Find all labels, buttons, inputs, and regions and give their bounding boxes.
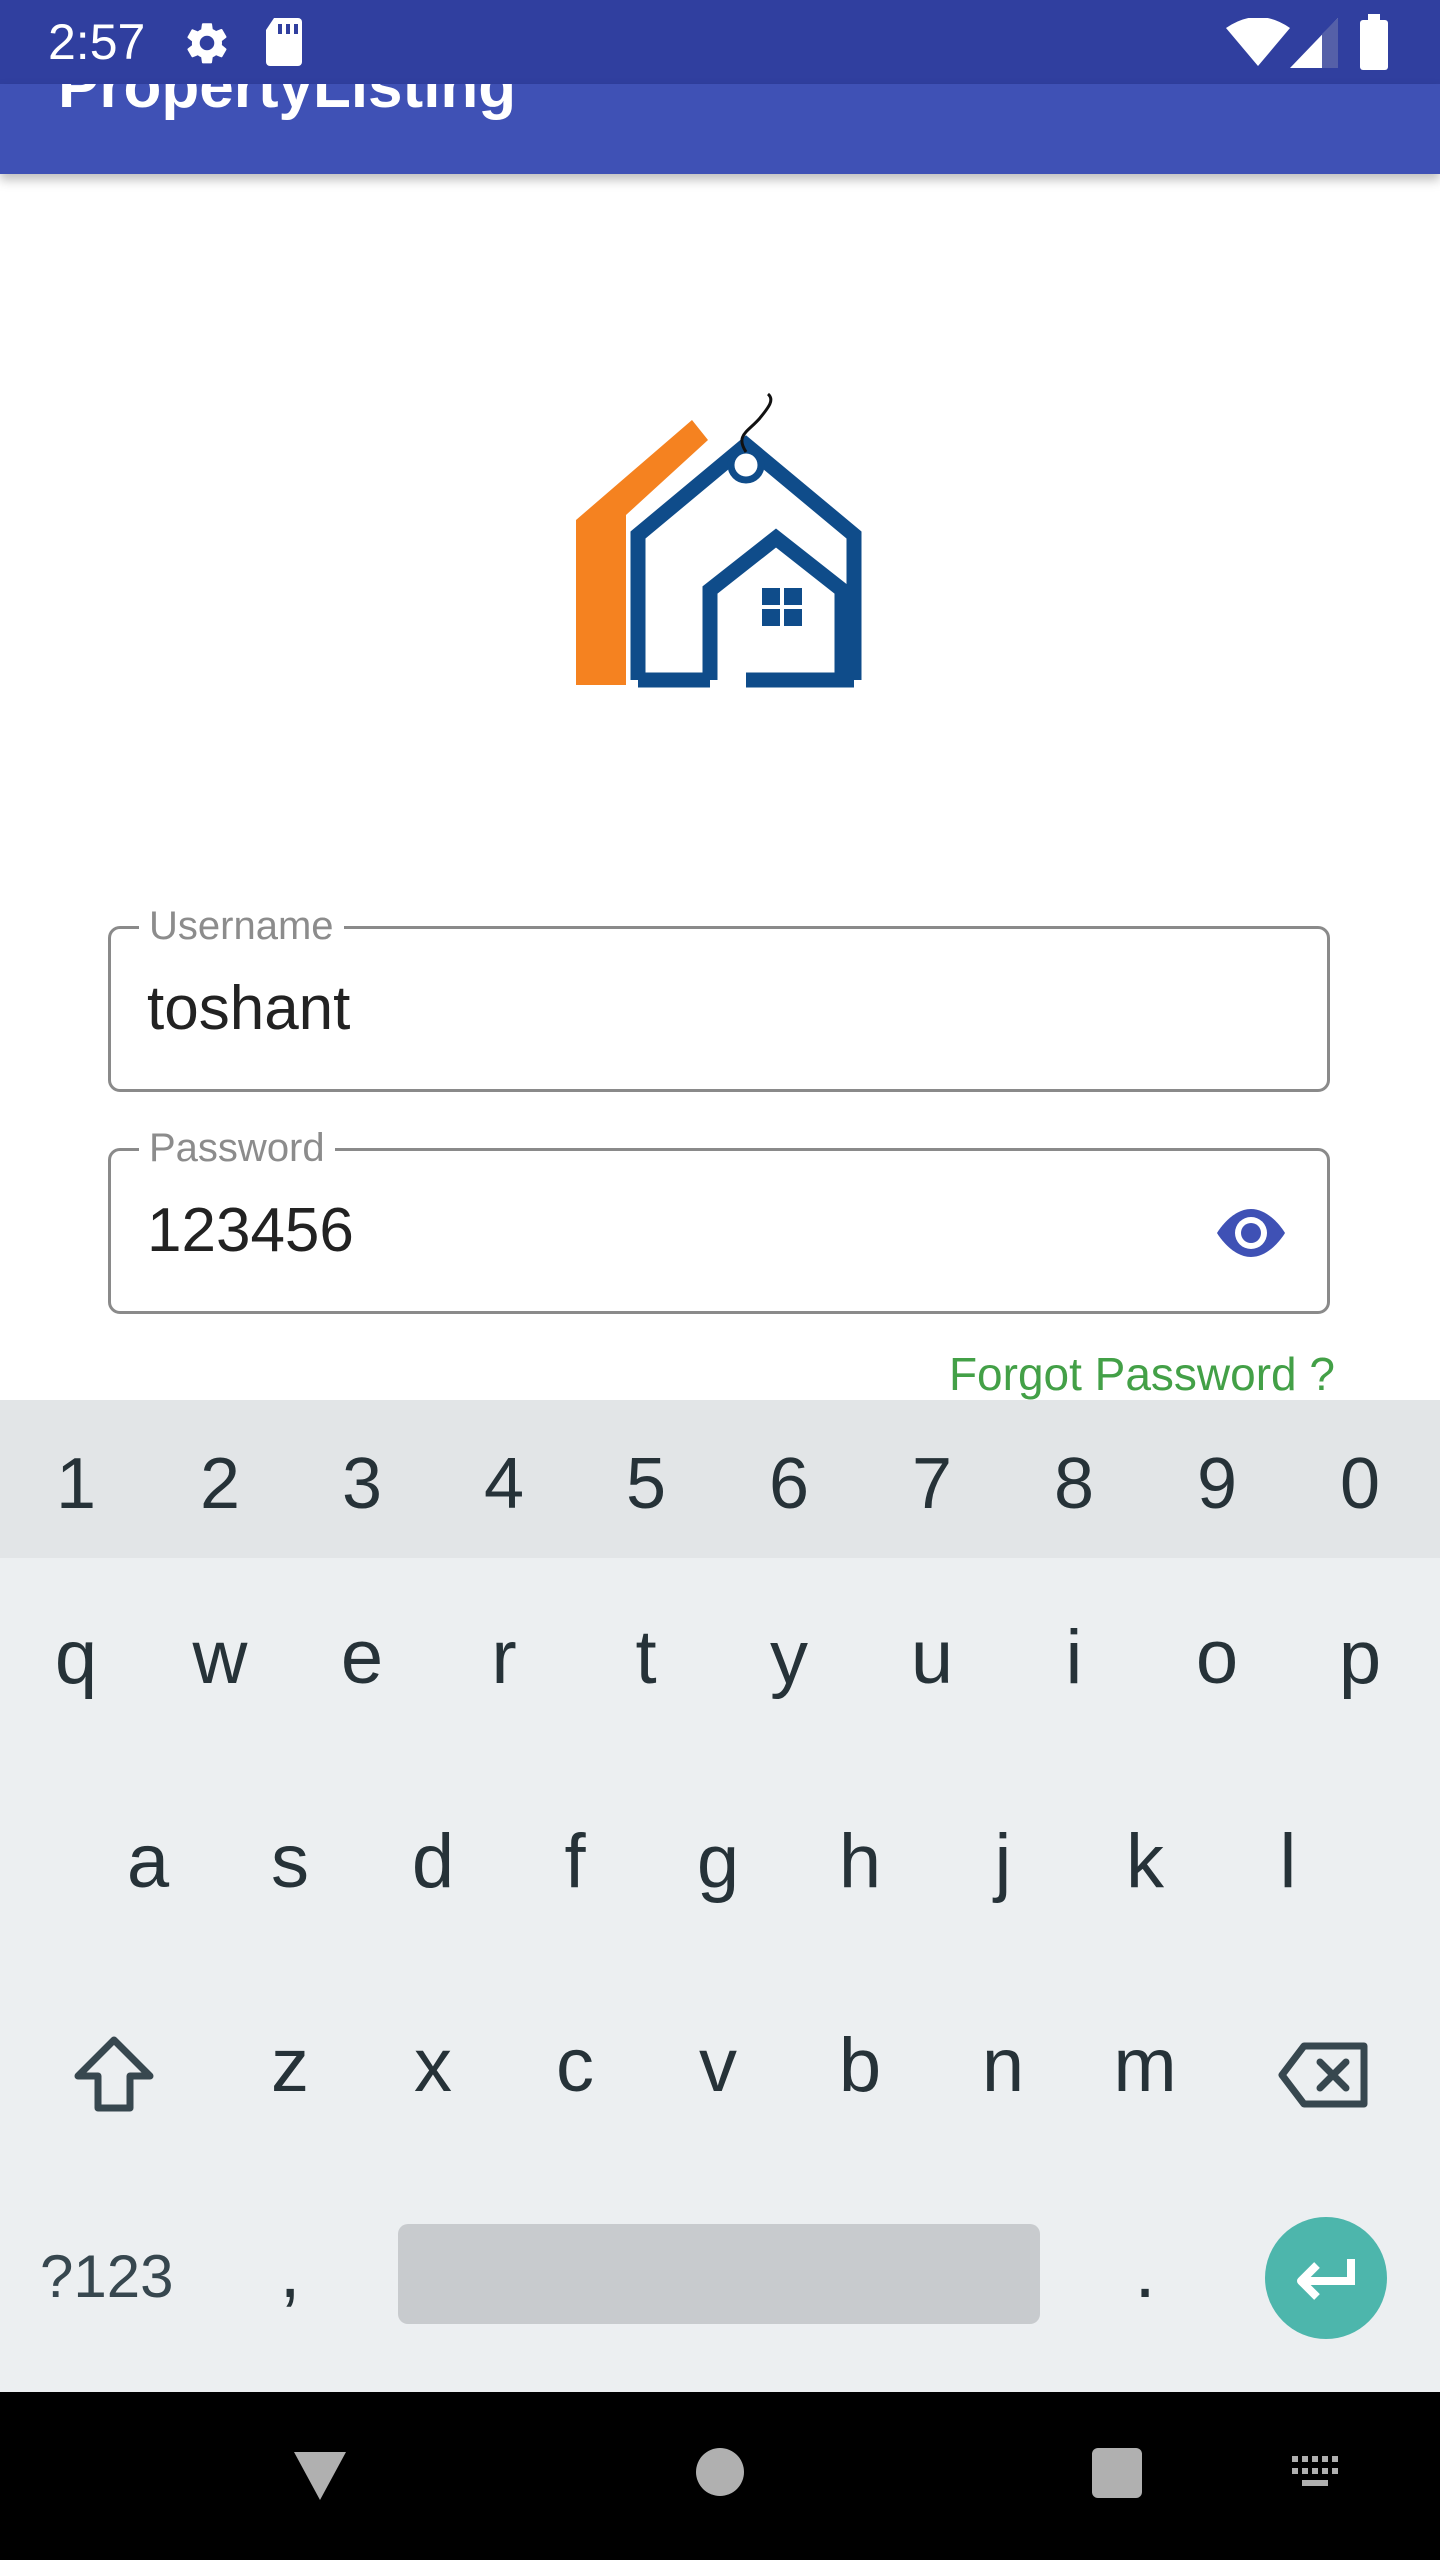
sd-card-icon — [266, 18, 302, 66]
key-o[interactable]: o — [1145, 1614, 1289, 1701]
key-f[interactable]: f — [503, 1818, 647, 1905]
username-input[interactable]: toshant — [147, 973, 350, 1045]
navigation-bar — [0, 2392, 1440, 2560]
key-9[interactable]: 9 — [1145, 1444, 1289, 1524]
number-row: 1 2 3 4 5 6 7 8 9 0 — [0, 1400, 1440, 1558]
space-key[interactable] — [398, 2224, 1040, 2324]
password-label: Password — [139, 1125, 335, 1171]
app-title: PropertyListing — [58, 84, 517, 121]
key-b[interactable]: b — [788, 2022, 932, 2109]
symbols-key[interactable]: ?123 — [40, 2242, 173, 2311]
key-p[interactable]: p — [1288, 1614, 1432, 1701]
key-d[interactable]: d — [361, 1818, 505, 1905]
key-h[interactable]: h — [788, 1818, 932, 1905]
username-field[interactable]: Username toshant — [108, 903, 1330, 1092]
enter-icon — [1297, 2259, 1355, 2300]
recents-icon[interactable] — [1090, 2446, 1144, 2500]
backspace-icon[interactable] — [1276, 2040, 1370, 2110]
key-q[interactable]: q — [4, 1614, 148, 1701]
username-label: Username — [139, 903, 344, 949]
key-m[interactable]: m — [1073, 2022, 1217, 2109]
key-v[interactable]: v — [646, 2022, 790, 2109]
key-k[interactable]: k — [1073, 1818, 1217, 1905]
key-w[interactable]: w — [148, 1614, 292, 1701]
key-0[interactable]: 0 — [1288, 1444, 1432, 1524]
status-time: 2:57 — [48, 14, 146, 70]
key-1[interactable]: 1 — [4, 1444, 148, 1524]
key-8[interactable]: 8 — [1002, 1444, 1146, 1524]
key-e[interactable]: e — [290, 1614, 434, 1701]
key-x[interactable]: x — [361, 2022, 505, 2109]
soft-keyboard: 1 2 3 4 5 6 7 8 9 0 q w e r t y u i o p … — [0, 1400, 1440, 2392]
keyboard-switch-icon[interactable] — [1290, 2454, 1346, 2492]
password-input[interactable]: 123456 — [147, 1195, 354, 1267]
key-6[interactable]: 6 — [717, 1444, 861, 1524]
signal-icon — [1290, 18, 1338, 68]
key-j[interactable]: j — [931, 1818, 1075, 1905]
house-tag-logo — [576, 392, 862, 688]
shift-icon[interactable] — [70, 2032, 158, 2118]
app-bar: PropertyListing — [0, 84, 1440, 174]
key-2[interactable]: 2 — [148, 1444, 292, 1524]
key-l[interactable]: l — [1216, 1818, 1360, 1905]
key-3[interactable]: 3 — [290, 1444, 434, 1524]
eye-icon[interactable] — [1211, 1203, 1291, 1263]
enter-key[interactable] — [1265, 2217, 1387, 2339]
key-t[interactable]: t — [574, 1614, 718, 1701]
key-z[interactable]: z — [218, 2022, 362, 2109]
comma-key[interactable]: , — [218, 2228, 362, 2315]
status-bar: 2:57 — [0, 0, 1440, 84]
home-icon[interactable] — [694, 2446, 746, 2498]
key-i[interactable]: i — [1002, 1614, 1146, 1701]
wifi-icon — [1226, 18, 1290, 66]
key-4[interactable]: 4 — [432, 1444, 576, 1524]
forgot-password-link[interactable]: Forgot Password ? — [949, 1344, 1335, 1404]
key-5[interactable]: 5 — [574, 1444, 718, 1524]
key-7[interactable]: 7 — [860, 1444, 1004, 1524]
key-a[interactable]: a — [76, 1818, 220, 1905]
password-field[interactable]: Password 123456 — [108, 1125, 1330, 1314]
key-n[interactable]: n — [931, 2022, 1075, 2109]
gear-icon — [187, 23, 227, 64]
key-s[interactable]: s — [218, 1818, 362, 1905]
key-y[interactable]: y — [717, 1614, 861, 1701]
key-g[interactable]: g — [646, 1818, 790, 1905]
key-c[interactable]: c — [503, 2022, 647, 2109]
battery-icon — [1360, 14, 1388, 70]
period-key[interactable]: . — [1073, 2228, 1217, 2315]
key-r[interactable]: r — [432, 1614, 576, 1701]
back-icon[interactable] — [290, 2446, 350, 2504]
key-u[interactable]: u — [860, 1614, 1004, 1701]
